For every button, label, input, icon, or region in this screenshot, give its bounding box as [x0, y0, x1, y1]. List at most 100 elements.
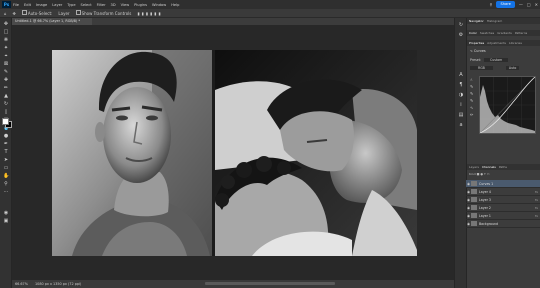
auto-select-checkbox[interactable]: Auto-Select: [21, 10, 52, 16]
more-tools-icon[interactable]: ⋯ [3, 189, 9, 195]
zoom-level[interactable]: 66.67% [15, 282, 28, 286]
menu-3d[interactable]: 3D [111, 3, 116, 7]
layer-name: Layer 4 [479, 189, 491, 194]
black-point-eyedropper-icon[interactable]: ✎ [470, 83, 478, 90]
layer-row[interactable]: ◉ Layer 4 fx [466, 188, 540, 196]
menu-filter[interactable]: Filter [97, 3, 106, 7]
layer-filter-row: Kind ■ ● T ▭ [469, 172, 490, 176]
properties-title: ∿ Curves [470, 49, 486, 53]
minimize-icon[interactable]: — [519, 2, 523, 7]
dodge-tool-icon[interactable]: ● [3, 133, 9, 139]
layer-row[interactable]: ◉ Layer 1 fx [466, 212, 540, 220]
tab-layers[interactable]: Layers [469, 165, 479, 169]
curve-point-icon[interactable]: ∿ [470, 104, 478, 111]
tab-channels[interactable]: Channels [482, 165, 496, 169]
curves-icon: ∿ [470, 49, 473, 53]
menu-file[interactable]: File [13, 3, 19, 7]
channel-dropdown[interactable]: RGB [470, 66, 493, 70]
tab-paths[interactable]: Paths [499, 165, 507, 169]
layer-row[interactable]: ◉ Layer 2 fx [466, 204, 540, 212]
move-tool-icon[interactable]: ✥ [13, 11, 16, 16]
marquee-tool-icon[interactable]: □ [3, 29, 9, 35]
preset-dropdown[interactable]: Custom [484, 58, 509, 62]
menu-help[interactable]: Help [171, 3, 179, 7]
tab-swatches[interactable]: Swatches [480, 31, 494, 35]
curve-tools: ☝ ✎ ✎ ✎ ∿ ✏ [470, 76, 478, 118]
layer-row[interactable]: ◉ Background [466, 220, 540, 228]
menu-plugins[interactable]: Plugins [134, 3, 147, 7]
menu-edit[interactable]: Edit [24, 3, 31, 7]
crop-tool-icon[interactable]: ⌖ [3, 53, 9, 59]
maximize-icon[interactable]: □ [527, 2, 531, 7]
tab-histogram[interactable]: Histogram [487, 19, 503, 23]
lasso-tool-icon[interactable]: ❋ [3, 37, 9, 43]
white-point-eyedropper-icon[interactable]: ✎ [470, 97, 478, 104]
tab-libraries[interactable]: Libraries [509, 41, 522, 45]
channel-row: RGB Auto [470, 66, 520, 70]
menu-window[interactable]: Window [152, 3, 166, 7]
auto-button[interactable]: Auto [505, 66, 520, 70]
paragraph-panel-icon[interactable]: ¶ [458, 82, 464, 88]
history-panel-icon[interactable]: ↻ [458, 22, 464, 28]
layer-effects-badge[interactable]: fx [535, 214, 538, 218]
home-icon[interactable]: ⌂ [4, 11, 7, 16]
gray-point-eyedropper-icon[interactable]: ✎ [470, 90, 478, 97]
layer-row[interactable]: ◉ Curves 1 [466, 180, 540, 188]
pen-tool-icon[interactable]: ✒ [3, 141, 9, 147]
auto-select-dropdown[interactable]: Layer [58, 11, 69, 16]
info-panel-icon[interactable]: i [458, 102, 464, 108]
path-select-tool-icon[interactable]: ➤ [3, 157, 9, 163]
history-brush-tool-icon[interactable]: ↻ [3, 101, 9, 107]
menu-view[interactable]: View [121, 3, 130, 7]
quick-mask-icon[interactable]: ◉ [3, 210, 9, 216]
close-icon[interactable]: ✕ [535, 2, 538, 7]
screen-mode-icon[interactable]: ▣ [3, 218, 9, 224]
layer-thumbnail [471, 221, 477, 226]
show-transform-checkbox[interactable]: Show Transform Controls [75, 10, 131, 16]
adjust-panel-icon[interactable]: ◑ [458, 92, 464, 98]
document-canvas[interactable] [52, 50, 417, 256]
clone-stamp-tool-icon[interactable]: ▲ [3, 93, 9, 99]
move-tool-icon[interactable]: ✥ [3, 21, 9, 27]
share-button[interactable]: Share [496, 1, 515, 8]
character-panel-icon[interactable]: A [458, 72, 464, 78]
tab-navigator[interactable]: Navigator [469, 19, 484, 23]
menu-type[interactable]: Type [67, 3, 75, 7]
menu-select[interactable]: Select [81, 3, 92, 7]
tab-color[interactable]: Color [469, 31, 477, 35]
quick-select-tool-icon[interactable]: ✦ [3, 45, 9, 51]
foreground-color-swatch[interactable] [2, 118, 9, 125]
layer-comps-icon[interactable]: ▤ [458, 112, 464, 118]
layer-row[interactable]: ◉ Layer 3 fx [466, 196, 540, 204]
tab-properties[interactable]: Properties [469, 41, 484, 45]
rectangle-tool-icon[interactable]: ▭ [3, 165, 9, 171]
layer-effects-badge[interactable]: fx [535, 198, 538, 202]
menu-layer[interactable]: Layer [52, 3, 62, 7]
layer-filter-kind[interactable]: Kind [469, 172, 476, 176]
eraser-tool-icon[interactable]: ▯ [3, 109, 9, 115]
layer-effects-badge[interactable]: fx [535, 206, 538, 210]
eyedropper-tool-icon[interactable]: ✎ [3, 69, 9, 75]
brush-tool-icon[interactable]: ✏ [3, 85, 9, 91]
glyphs-panel-icon[interactable]: a [458, 122, 464, 128]
zoom-tool-icon[interactable]: ⚲ [3, 181, 9, 187]
tab-adjustments[interactable]: Adjustments [487, 41, 506, 45]
healing-brush-tool-icon[interactable]: ✚ [3, 77, 9, 83]
horizontal-scrollbar[interactable] [205, 282, 335, 285]
hand-tool-icon[interactable]: ✋ [3, 173, 9, 179]
type-tool-icon[interactable]: T [3, 149, 9, 155]
curves-graph[interactable] [479, 76, 536, 134]
menu-image[interactable]: Image [36, 3, 47, 7]
layer-effects-badge[interactable]: fx [535, 190, 538, 194]
brush-settings-icon[interactable]: ⚙ [458, 32, 464, 38]
layer-thumbnail [471, 205, 477, 210]
align-icons[interactable]: ▮▮▮▮▮▮ [137, 11, 162, 16]
tab-patterns[interactable]: Patterns [515, 31, 527, 35]
filter-icons[interactable]: ■ ● T ▭ [477, 172, 490, 176]
frame-tool-icon[interactable]: ⊠ [3, 61, 9, 67]
document-tab[interactable]: Untitled-1 @ 66.7% (Layer 1, RGB/8) * [12, 18, 92, 25]
pencil-icon[interactable]: ✏ [470, 111, 478, 118]
tab-gradients[interactable]: Gradients [497, 31, 512, 35]
search-icon[interactable]: ⚲ [490, 2, 493, 7]
target-adjust-icon[interactable]: ☝ [470, 76, 478, 83]
